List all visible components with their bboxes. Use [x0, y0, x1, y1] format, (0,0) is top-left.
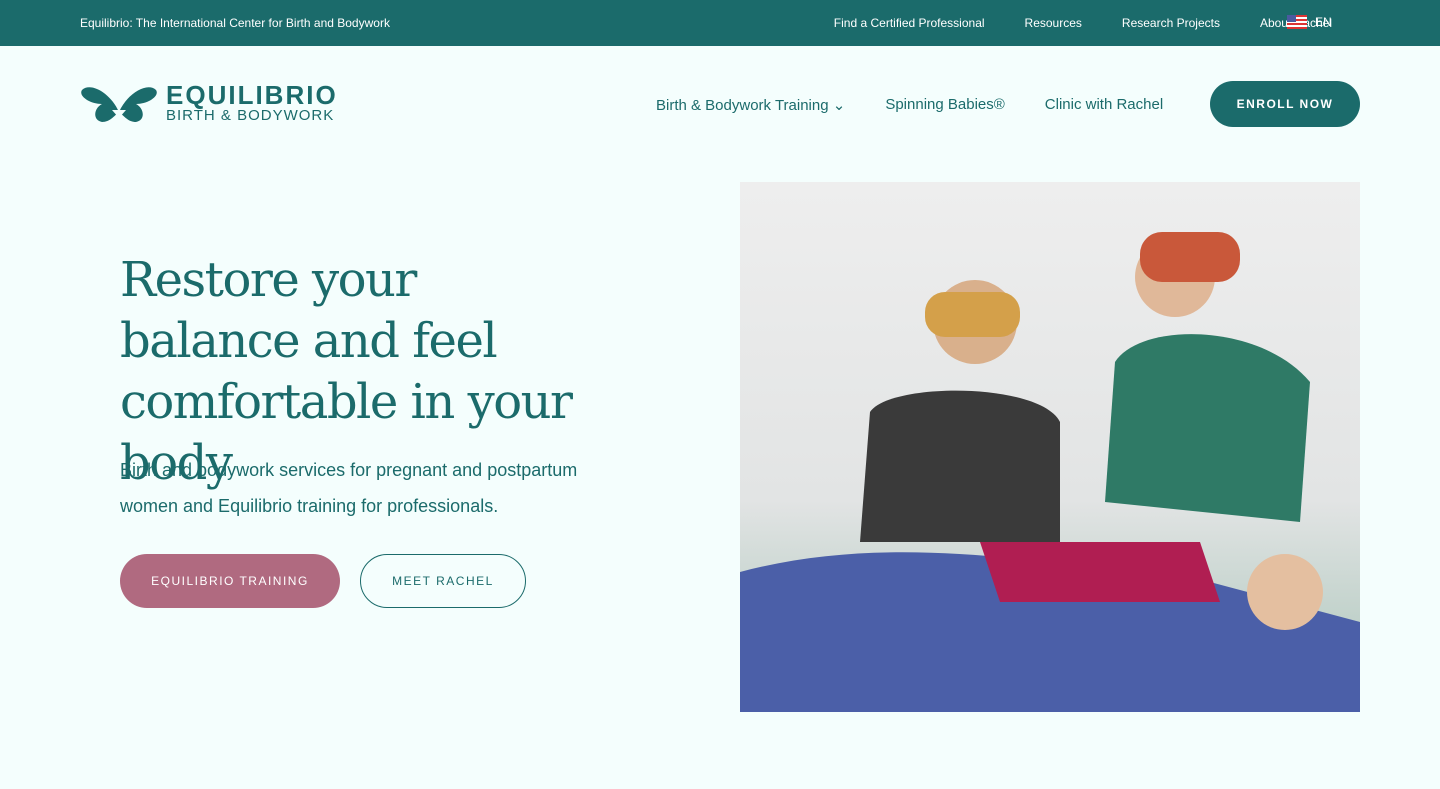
main-nav: Birth & Bodywork Training ⌄ Spinning Bab…	[656, 96, 1163, 114]
nav-label: Birth & Bodywork Training	[656, 97, 829, 114]
hero-subtitle: Birth and bodywork services for pregnant…	[120, 460, 578, 516]
meet-rachel-button[interactable]: MEET RACHEL	[360, 554, 526, 608]
topbar-link-research[interactable]: Research Projects	[1122, 16, 1220, 30]
us-flag-icon	[1287, 15, 1307, 29]
nav-clinic[interactable]: Clinic with Rachel	[1045, 96, 1163, 114]
enroll-now-button[interactable]: ENROLL NOW	[1210, 81, 1360, 127]
language-selector[interactable]: EN	[1287, 15, 1332, 29]
logo-name: EQUILIBRIO	[166, 80, 338, 110]
equilibrio-training-button[interactable]: EQUILIBRIO TRAINING	[120, 554, 340, 608]
butterfly-logo-icon	[81, 87, 157, 122]
logo[interactable]: EQUILIBRIO BIRTH & BODYWORK	[80, 82, 338, 124]
nav-birth-bodywork-training[interactable]: Birth & Bodywork Training ⌄	[656, 96, 845, 114]
language-label: EN	[1315, 15, 1332, 29]
chevron-down-icon: ⌄	[832, 97, 846, 114]
topbar-link-find-professional[interactable]: Find a Certified Professional	[834, 16, 985, 30]
top-bar: Equilibrio: The International Center for…	[0, 0, 1440, 46]
photo-illustration	[740, 232, 1360, 712]
site-tagline: Equilibrio: The International Center for…	[80, 16, 390, 30]
nav-spinning-babies[interactable]: Spinning Babies®	[885, 96, 1004, 114]
topbar-link-resources[interactable]: Resources	[1025, 16, 1082, 30]
logo-tagline: BIRTH & BODYWORK	[166, 107, 335, 124]
hero-photo	[740, 182, 1360, 712]
